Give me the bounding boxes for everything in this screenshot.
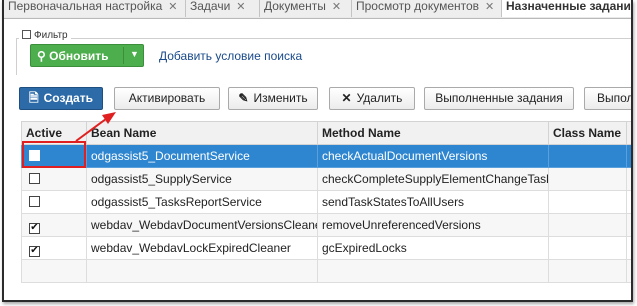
app-window: Первоначальная настройка ✕ Задачи ✕ Докуме… <box>2 0 633 302</box>
annotation-arrow <box>75 112 116 142</box>
